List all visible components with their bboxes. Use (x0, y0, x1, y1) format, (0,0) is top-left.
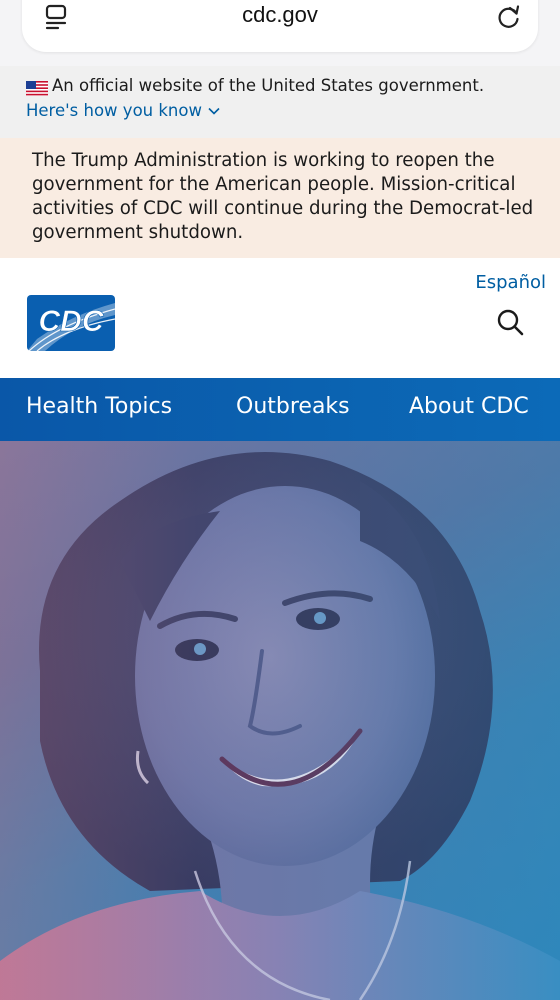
official-gov-banner: An official website of the United States… (0, 66, 560, 138)
cdc-logo-text: CDC (39, 305, 105, 338)
primary-nav: Health Topics Outbreaks About CDC (0, 378, 560, 441)
espanol-link[interactable]: Español (475, 272, 546, 293)
shutdown-alert-text: The Trump Administration is working to r… (32, 150, 534, 243)
cdc-logo[interactable]: CDC (27, 295, 115, 351)
search-icon[interactable] (496, 308, 524, 336)
chevron-down-icon[interactable] (208, 107, 220, 115)
official-website-text: An official website of the United States… (52, 76, 485, 95)
url-text[interactable]: cdc.gov (22, 2, 538, 28)
heres-how-you-know-link[interactable]: Here's how you know (26, 101, 220, 120)
nav-about-cdc[interactable]: About CDC (409, 394, 529, 419)
hero-image[interactable] (0, 441, 560, 1000)
nav-health-topics[interactable]: Health Topics (26, 394, 172, 419)
heres-how-you-know-label[interactable]: Here's how you know (26, 101, 202, 120)
shutdown-alert: The Trump Administration is working to r… (0, 138, 560, 258)
url-field[interactable]: cdc.gov (22, 0, 538, 52)
site-header: CDC Español (0, 258, 560, 378)
reload-icon[interactable] (496, 4, 522, 30)
browser-address-bar: cdc.gov (0, 0, 560, 66)
us-flag-icon (26, 81, 48, 96)
hero-color-overlay (0, 441, 560, 1000)
nav-outbreaks[interactable]: Outbreaks (236, 394, 350, 419)
